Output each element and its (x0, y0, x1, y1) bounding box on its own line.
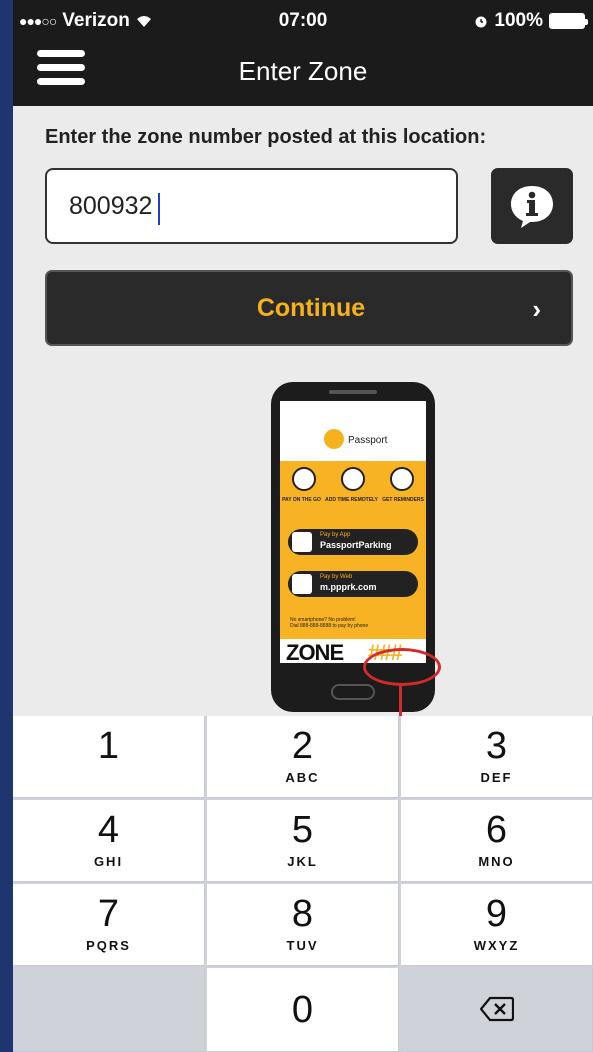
feature-label: GET REMINDERS (382, 497, 424, 503)
brand-name: Passport (348, 435, 388, 446)
key-2[interactable]: 2 ABC (207, 716, 399, 798)
key-letters: GHI (93, 854, 124, 869)
key-digit: 9 (485, 893, 508, 935)
key-digit: 1 (97, 725, 120, 767)
key-letters: TUV (286, 938, 319, 953)
key-0[interactable]: 0 (207, 968, 399, 1052)
feature-label: PAY ON THE GO (282, 497, 321, 503)
key-digit: 0 (291, 989, 314, 1031)
phone-speaker (329, 390, 377, 394)
clock-add-icon (340, 467, 365, 491)
illustration-header: Passport (280, 401, 426, 461)
key-letters: WXYZ (473, 938, 520, 953)
delete-key[interactable] (401, 968, 593, 1052)
key-6[interactable]: 6 MNO (401, 800, 593, 882)
status-time: 07:00 (278, 10, 328, 31)
feature-icons (280, 467, 426, 491)
key-5[interactable]: 5 JKL (207, 800, 399, 882)
key-7[interactable]: 7 PQRS (13, 884, 205, 966)
feature-labels: PAY ON THE GO ADD TIME REMOTELY GET REMI… (280, 497, 426, 503)
key-3[interactable]: 3 DEF (401, 716, 593, 798)
pay-app-big: PassportParking (320, 540, 392, 550)
numeric-keypad: 1 2 ABC 3 DEF 4 GHI 5 JKL 6 MNO 7 PQRS 8 TUV 9 W… (13, 716, 593, 1052)
chevron-right-icon: › (532, 294, 541, 324)
key-letters: MNO (478, 854, 515, 869)
pay-app-small: Pay by App (320, 532, 351, 538)
zone-prompt: Enter the zone number posted at this loc… (45, 126, 487, 148)
home-button (331, 684, 375, 700)
zone-highlight-circle (363, 648, 441, 686)
browser-icon (292, 574, 312, 594)
pay-by-app-pill: Pay by App PassportParking (288, 529, 418, 555)
key-8[interactable]: 8 TUV (207, 884, 399, 966)
key-digit: 4 (97, 809, 120, 851)
pay-web-small: Pay by Web (320, 574, 353, 580)
phone-reminder-icon (389, 467, 414, 491)
info-icon (511, 186, 553, 228)
key-letters: JKL (287, 854, 318, 869)
key-blank (13, 968, 205, 1052)
passport-logo-icon (324, 429, 344, 449)
zone-word: ZONE (286, 640, 344, 663)
battery-percent: 100% (494, 10, 543, 31)
phone-app-icon (292, 532, 312, 552)
dial-line: Dial 888-888-8888 to pay by phone (290, 623, 369, 629)
feature-label: ADD TIME REMOTELY (325, 497, 378, 503)
key-digit: 7 (97, 893, 120, 935)
alarm-icon (475, 16, 487, 28)
key-digit: 5 (291, 809, 314, 851)
status-bar: ●●●○○ Verizon 07:00 100% (13, 0, 593, 42)
pay-web-big: m.ppprk.com (320, 582, 377, 592)
backspace-icon (479, 996, 514, 1022)
key-letters: ABC (285, 770, 320, 785)
key-letters: DEF (480, 770, 513, 785)
key-letters: PQRS (86, 938, 131, 953)
continue-button[interactable]: Continue › (45, 270, 573, 346)
no-smartphone-text: No smartphone? No problem! Dial 888-888-… (290, 617, 368, 629)
info-button[interactable] (491, 168, 573, 244)
walking-person-icon (292, 467, 317, 491)
key-1[interactable]: 1 (13, 716, 205, 798)
zone-pointer-line (399, 686, 402, 718)
continue-label: Continue (256, 294, 366, 322)
pay-by-web-pill: Pay by Web m.ppprk.com (288, 571, 418, 597)
key-4[interactable]: 4 GHI (13, 800, 205, 882)
key-9[interactable]: 9 WXYZ (401, 884, 593, 966)
app-screen: ●●●○○ Verizon 07:00 100% Enter Zone Ente… (13, 0, 593, 1052)
battery-icon (549, 13, 588, 29)
key-digit: 2 (291, 725, 314, 767)
zone-number-input[interactable] (45, 168, 458, 244)
key-digit: 3 (485, 725, 508, 767)
illustration-screen: Passport PAY ON THE GO ADD TIME REMOTELY… (280, 401, 426, 663)
top-bar: ●●●○○ Verizon 07:00 100% Enter Zone (13, 0, 593, 106)
text-caret (158, 193, 160, 225)
key-digit: 6 (485, 809, 508, 851)
key-digit: 8 (291, 893, 314, 935)
page-title: Enter Zone (238, 56, 368, 86)
